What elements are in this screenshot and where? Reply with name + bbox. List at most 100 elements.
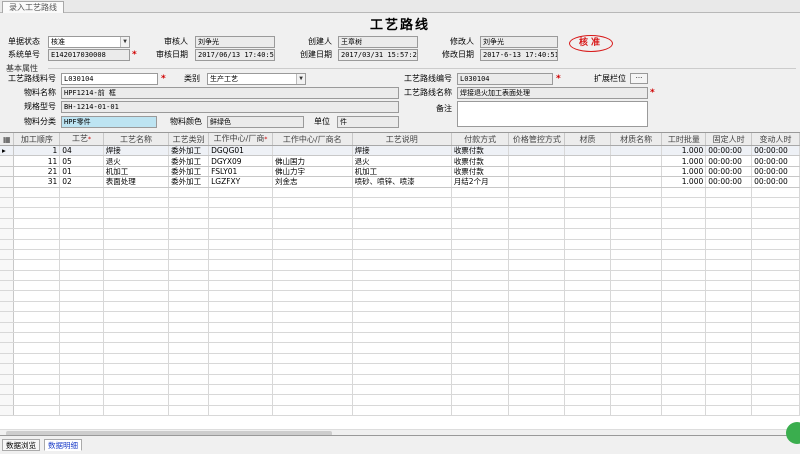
cell-var-hours[interactable]: 00:00:00 (751, 166, 800, 178)
cell-process[interactable] (59, 322, 104, 334)
cell-work-center-name[interactable] (272, 207, 353, 219)
row-selector[interactable] (0, 228, 15, 240)
cell-var-hours[interactable]: 00:00:00 (751, 145, 800, 157)
cell-material[interactable] (564, 322, 611, 334)
cell-process[interactable] (59, 218, 104, 230)
cell-var-hours[interactable] (751, 322, 800, 334)
horizontal-scrollbar[interactable] (0, 429, 800, 435)
cell-price-control[interactable] (508, 280, 566, 292)
cell-payment[interactable] (451, 342, 510, 354)
cell-process-name[interactable] (103, 228, 170, 240)
cell-process-name[interactable] (103, 374, 170, 386)
cell-material-name[interactable] (610, 301, 663, 313)
table-row[interactable]: 11 05 退火 委外加工 DGYX09 佛山国力 退火 收票付款 1.000 00:00:00 0… (0, 155, 800, 167)
cell-batch[interactable] (661, 342, 707, 354)
table-row[interactable] (0, 218, 800, 230)
col-work-center[interactable]: 工作中心/厂商* (208, 133, 273, 146)
cell-fixed-hours[interactable] (705, 228, 753, 240)
cell-process-type[interactable] (168, 187, 210, 198)
cell-process[interactable] (59, 405, 104, 417)
cell-work-center-name[interactable] (272, 353, 353, 365)
cell-process[interactable] (59, 374, 104, 386)
cell-work-center[interactable] (208, 301, 273, 313)
cell-description[interactable] (352, 394, 452, 406)
cell-material-name[interactable] (610, 228, 663, 240)
cell-var-hours[interactable] (751, 342, 800, 354)
cell-process-type[interactable] (168, 374, 210, 386)
cell-seq[interactable] (13, 394, 61, 406)
cell-seq[interactable] (13, 187, 61, 198)
cell-material-name[interactable] (610, 259, 663, 271)
row-selector[interactable] (0, 218, 15, 230)
table-row[interactable] (0, 353, 800, 365)
cell-work-center[interactable] (208, 363, 273, 375)
scrollbar-thumb[interactable] (6, 431, 332, 435)
cell-process-type[interactable] (168, 322, 210, 334)
row-selector[interactable] (0, 384, 15, 396)
modify-date-field[interactable]: 2017-6-13 17:40:51 (480, 49, 558, 61)
cell-var-hours[interactable] (751, 218, 800, 230)
cell-process-name[interactable] (103, 301, 170, 313)
cell-process-type[interactable] (168, 290, 210, 302)
cell-material[interactable] (564, 405, 611, 417)
table-row[interactable] (0, 394, 800, 406)
cell-process-name[interactable] (103, 259, 170, 271)
row-selector[interactable] (0, 363, 15, 375)
cell-var-hours[interactable] (751, 207, 800, 219)
cell-material[interactable] (564, 187, 611, 198)
table-row[interactable] (0, 187, 800, 198)
row-selector[interactable] (0, 290, 15, 302)
cell-fixed-hours[interactable] (705, 249, 753, 261)
col-var-hours[interactable]: 变动人时 (751, 133, 800, 146)
cell-var-hours[interactable] (751, 311, 800, 323)
cell-process-type[interactable] (168, 249, 210, 261)
cell-process-name[interactable] (103, 332, 170, 344)
cell-var-hours[interactable] (751, 374, 800, 386)
col-process[interactable]: 工艺* (59, 133, 104, 146)
route-name-field[interactable]: 焊接退火加工表面处理 (457, 87, 648, 99)
cell-process[interactable] (59, 207, 104, 219)
cell-fixed-hours[interactable] (705, 322, 753, 334)
color-field[interactable]: 鲜绿色 (207, 116, 304, 128)
cell-fixed-hours[interactable] (705, 301, 753, 313)
cell-description[interactable]: 退火 (352, 155, 452, 167)
cell-material[interactable] (564, 145, 611, 157)
table-row[interactable]: 31 02 表面处理 委外加工 LGZFXY 刘金志 喷砂、喷锌、喷漆 月结2个月 1.000 0… (0, 176, 800, 188)
cell-material[interactable] (564, 239, 611, 250)
material-name-field[interactable]: HPF1214-前 框 (61, 87, 399, 99)
cell-process-name[interactable]: 退火 (103, 155, 170, 167)
cell-material[interactable] (564, 311, 611, 323)
tab-data-browse[interactable]: 数据浏览 (2, 439, 40, 451)
cell-description[interactable] (352, 218, 452, 230)
cell-material[interactable] (564, 259, 611, 271)
cell-process[interactable] (59, 270, 104, 282)
cell-payment[interactable] (451, 270, 510, 282)
col-description[interactable]: 工艺说明 (352, 133, 452, 146)
cell-fixed-hours[interactable] (705, 187, 753, 198)
cell-price-control[interactable] (508, 405, 566, 417)
cell-process-type[interactable] (168, 207, 210, 219)
col-payment[interactable]: 付款方式 (451, 133, 510, 146)
cell-process-name[interactable] (103, 290, 170, 302)
cell-work-center-name[interactable] (272, 218, 353, 230)
cell-work-center-name[interactable] (272, 187, 353, 198)
cell-var-hours[interactable] (751, 384, 800, 396)
row-selector[interactable] (0, 176, 15, 188)
cell-process-name[interactable] (103, 363, 170, 375)
cell-material-name[interactable] (610, 155, 663, 167)
cell-process-name[interactable] (103, 249, 170, 261)
spec-field[interactable]: BH-1214-01-01 (61, 101, 399, 113)
system-no-field[interactable]: E142017030008 (48, 49, 130, 61)
cell-fixed-hours[interactable] (705, 290, 753, 302)
reviewer-field[interactable]: 刘争光 (195, 36, 275, 48)
cell-process-type[interactable] (168, 394, 210, 406)
cell-work-center[interactable] (208, 374, 273, 386)
cell-var-hours[interactable] (751, 332, 800, 344)
modifier-field[interactable]: 刘争光 (480, 36, 558, 48)
cell-process-name[interactable] (103, 270, 170, 282)
cell-batch[interactable] (661, 353, 707, 365)
cell-process-type[interactable] (168, 259, 210, 271)
cell-material[interactable] (564, 207, 611, 219)
cell-material[interactable] (564, 363, 611, 375)
cell-description[interactable] (352, 322, 452, 334)
